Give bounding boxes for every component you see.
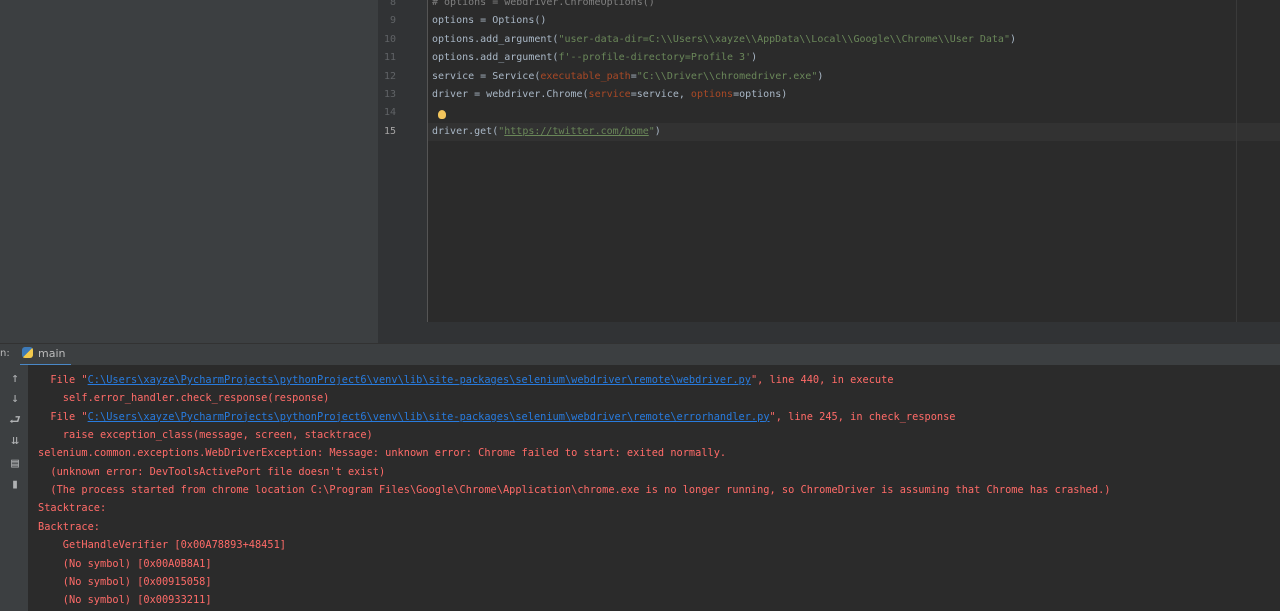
line-number: 10	[383, 33, 396, 45]
code-token: driver = webdriver.Chrome(	[432, 89, 589, 100]
code-token: =options)	[733, 89, 788, 100]
console-line: self.error_handler.check_response(respon…	[38, 389, 330, 407]
code-token: service	[588, 89, 631, 100]
lightbulb-icon[interactable]	[438, 110, 446, 119]
console-text: (unknown error: DevToolsActivePort file …	[38, 465, 386, 478]
console-text: selenium.common.exceptions.WebDriverExce…	[38, 447, 727, 460]
console-text: File "	[38, 410, 88, 423]
code-token: )	[751, 52, 758, 64]
code-line: driver = webdriver.Chrome(service=servic…	[432, 86, 787, 104]
console-line: (No symbol) [0x00933211]	[38, 591, 212, 609]
console-line: (The process started from chrome locatio…	[38, 481, 1110, 499]
trash-icon[interactable]: ▮	[7, 477, 23, 493]
console-text: ", line 245, in check_response	[769, 410, 956, 423]
console-line: File "C:\Users\xayze\PycharmProjects\pyt…	[38, 371, 894, 389]
console-text: raise exception_class(message, screen, s…	[38, 429, 373, 442]
code-token: driver.get(	[432, 125, 499, 137]
python-icon	[22, 347, 33, 358]
console-line: raise exception_class(message, screen, s…	[38, 426, 373, 444]
line-number: 13	[383, 89, 396, 100]
code-line: options.add_argument(f'--profile-directo…	[432, 49, 757, 67]
code-token: )	[817, 70, 824, 82]
code-line: driver.get("https://twitter.com/home")	[432, 123, 661, 141]
code-line: options.add_argument("user-data-dir=C:\\…	[432, 31, 1016, 49]
code-token: "user-data-dir=C:\\Users\\xayze\\AppData…	[558, 33, 1010, 45]
console-text: ", line 440, in execute	[750, 374, 894, 386]
code-token: options.add_argument(	[432, 33, 559, 45]
console-text: (The process started from chrome locatio…	[38, 484, 1111, 497]
code-token: executable_path	[540, 70, 631, 82]
tab-label: main	[38, 347, 66, 360]
console-line: Backtrace:	[38, 518, 100, 536]
soft-wrap-icon[interactable]: ⮐	[7, 413, 23, 429]
code-token: options = Options()	[432, 15, 547, 27]
code-token: https://twitter.com/home	[504, 125, 649, 137]
line-number: 8	[389, 0, 396, 8]
line-number: 11	[383, 52, 396, 64]
console-line: (unknown error: DevToolsActivePort file …	[38, 463, 385, 481]
code-token: # options = webdriver.ChromeOptions()	[432, 0, 655, 8]
run-label: n:	[0, 348, 10, 359]
console-text: (No symbol) [0x00933211]	[38, 594, 212, 607]
code-line: # options = webdriver.ChromeOptions()	[432, 0, 655, 12]
code-token: options.add_argument(	[432, 52, 559, 64]
console-line: (No symbol) [0x00A0B8A1]	[38, 555, 212, 573]
console-line: File "C:\Users\xayze\PycharmProjects\pyt…	[38, 408, 956, 426]
print-icon[interactable]: ▤	[7, 456, 23, 472]
up-arrow-icon[interactable]: ↑	[7, 371, 23, 387]
project-panel	[0, 0, 378, 343]
code-token: service = Service(	[432, 70, 541, 82]
code-token: f'--profile-directory=Profile 3'	[558, 52, 752, 64]
file-link[interactable]: C:\Users\xayze\PycharmProjects\pythonPro…	[88, 374, 751, 386]
console-toolbar: ↑ ↓ ⮐ ⇊ ▤ ▮	[0, 365, 28, 611]
console-text: Backtrace:	[38, 520, 100, 533]
console-text: self.error_handler.check_response(respon…	[38, 392, 330, 405]
console-text: File "	[38, 374, 88, 386]
tab-main[interactable]: main	[20, 344, 72, 367]
code-token: )	[1009, 33, 1017, 45]
console-line: (No symbol) [0x00915058]	[38, 573, 212, 591]
code-editor[interactable]: 8 # options = webdriver.ChromeOptions() 9 o…	[378, 0, 1280, 343]
console-line: selenium.common.exceptions.WebDriverExce…	[38, 444, 726, 462]
console-line: GetHandleVerifier [0x00A78893+48451]	[38, 536, 286, 554]
line-number: 12	[383, 70, 396, 82]
file-link[interactable]: C:\Users\xayze\PycharmProjects\pythonPro…	[88, 411, 770, 423]
console-line: Stacktrace:	[38, 499, 106, 517]
editor-breadcrumb-bar	[378, 322, 1280, 343]
line-number: 15	[383, 125, 396, 137]
scroll-to-end-icon[interactable]: ⇊	[7, 433, 23, 449]
console-text: GetHandleVerifier [0x00A78893+48451]	[38, 539, 286, 552]
run-tool-window-header: n: main	[0, 343, 1280, 367]
right-margin-guide	[1236, 0, 1237, 322]
down-arrow-icon[interactable]: ↓	[7, 391, 23, 407]
line-number: 14	[383, 107, 396, 119]
console-text: Stacktrace:	[38, 502, 107, 515]
code-line: service = Service(executable_path="C:\\D…	[432, 68, 823, 86]
code-token: "C:\\Driver\\chromedriver.exe"	[636, 70, 818, 82]
code-token: )	[654, 125, 661, 137]
console-text: (No symbol) [0x00915058]	[38, 575, 212, 588]
code-token: =service,	[630, 89, 691, 100]
code-line: options = Options()	[432, 12, 546, 30]
console-output[interactable]: File "C:\Users\xayze\PycharmProjects\pyt…	[28, 365, 1280, 611]
code-token: options	[690, 89, 734, 100]
line-number: 9	[389, 15, 396, 27]
console-text: (No symbol) [0x00A0B8A1]	[38, 557, 212, 570]
